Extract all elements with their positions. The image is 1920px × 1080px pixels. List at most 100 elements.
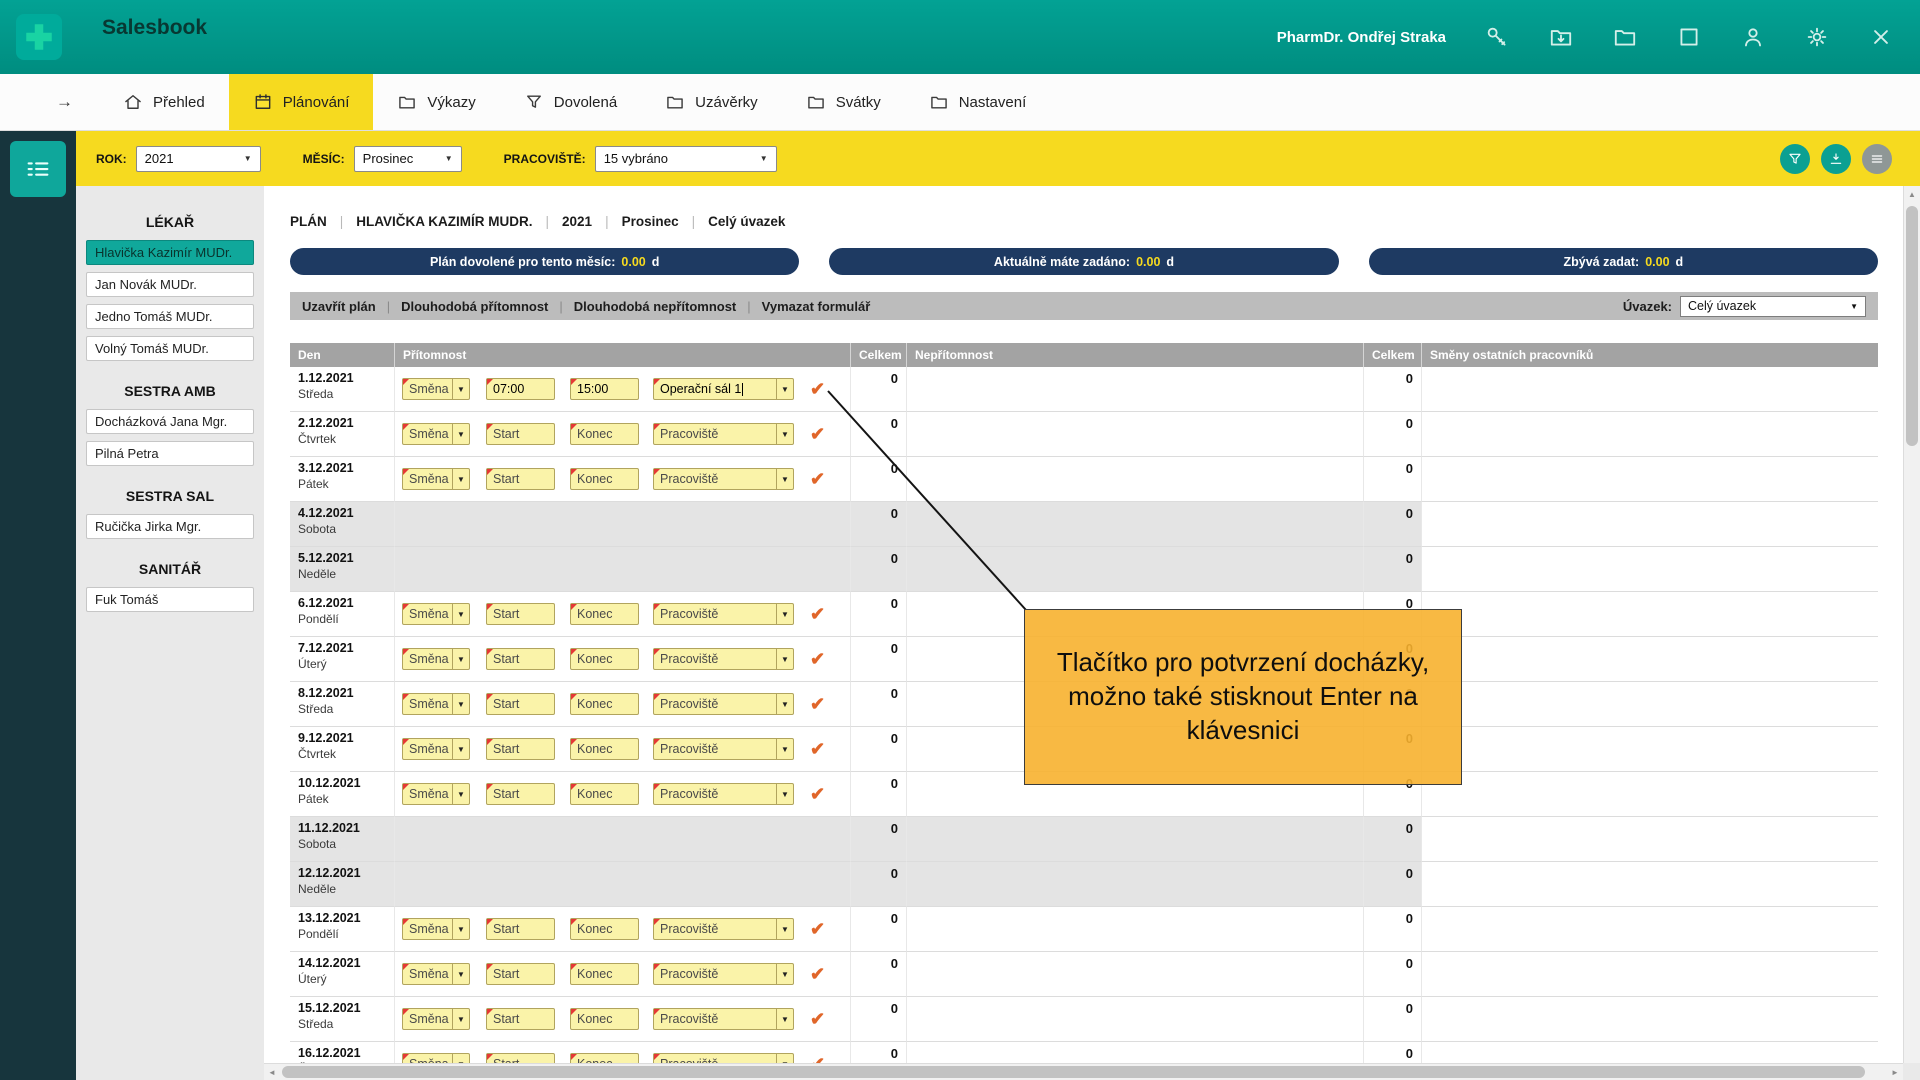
funnel-button[interactable] bbox=[1780, 144, 1810, 174]
shift-select[interactable]: Směna▼ bbox=[402, 963, 470, 985]
shift-select[interactable]: Směna▼ bbox=[402, 1008, 470, 1030]
shift-select[interactable]: Směna▼ bbox=[402, 918, 470, 940]
tab-prehled[interactable]: Přehled bbox=[99, 74, 229, 130]
confirm-attendance-button[interactable]: ✔ bbox=[810, 695, 825, 713]
tab-dovolena[interactable]: Dovolená bbox=[500, 74, 641, 130]
end-input[interactable]: Konec bbox=[570, 783, 639, 805]
close-button[interactable] bbox=[1868, 24, 1894, 50]
workplace-select[interactable]: Pracoviště▼ bbox=[653, 468, 794, 490]
workplace-select[interactable]: Pracoviště▼ bbox=[653, 738, 794, 760]
tab-uzaverky[interactable]: Uzávěrky bbox=[641, 74, 782, 130]
shift-select[interactable]: Směna▼ bbox=[402, 423, 470, 445]
end-input[interactable]: Konec bbox=[570, 738, 639, 760]
key-button[interactable] bbox=[1484, 24, 1510, 50]
user-button[interactable] bbox=[1740, 24, 1766, 50]
filter-select-mesic[interactable]: Prosinec▼ bbox=[354, 146, 462, 172]
tab-svatky[interactable]: Svátky bbox=[782, 74, 905, 130]
toolbar-action-vymazat-formular[interactable]: Vymazat formulář bbox=[762, 299, 871, 314]
end-input[interactable]: Konec bbox=[570, 648, 639, 670]
workplace-select[interactable]: Pracoviště▼ bbox=[653, 963, 794, 985]
end-input[interactable]: Konec bbox=[570, 423, 639, 445]
workplace-select[interactable]: Pracoviště▼ bbox=[653, 648, 794, 670]
confirm-attendance-button[interactable]: ✔ bbox=[810, 785, 825, 803]
filter-select-rok[interactable]: 2021▼ bbox=[136, 146, 261, 172]
toolbar-action-dlouhodoba-pritomnost[interactable]: Dlouhodobá přítomnost bbox=[401, 299, 548, 314]
confirm-attendance-button[interactable]: ✔ bbox=[810, 740, 825, 758]
end-input[interactable]: 15:00 bbox=[570, 378, 639, 400]
horizontal-scrollbar[interactable]: ◄ ► bbox=[264, 1063, 1903, 1080]
tab-vykazy[interactable]: Výkazy bbox=[373, 74, 499, 130]
scroll-left-arrow[interactable]: ◄ bbox=[264, 1068, 280, 1077]
start-input[interactable]: Start bbox=[486, 423, 555, 445]
folder-export-button[interactable] bbox=[1548, 24, 1574, 50]
start-input[interactable]: Start bbox=[486, 1008, 555, 1030]
download-button[interactable] bbox=[1821, 144, 1851, 174]
end-input[interactable]: Konec bbox=[570, 918, 639, 940]
end-input[interactable]: Konec bbox=[570, 1008, 639, 1030]
sidebar-item-dochazkova-jana-mgr[interactable]: Docházková Jana Mgr. bbox=[86, 409, 254, 434]
start-input[interactable]: Start bbox=[486, 738, 555, 760]
tab-planovani[interactable]: Plánování bbox=[229, 74, 374, 130]
sidebar-item-jan-novak-mudr[interactable]: Jan Novák MUDr. bbox=[86, 272, 254, 297]
start-input[interactable]: Start bbox=[486, 648, 555, 670]
start-input[interactable]: Start bbox=[486, 918, 555, 940]
confirm-attendance-button[interactable]: ✔ bbox=[810, 605, 825, 623]
toolbar-action-uzavrit-plan[interactable]: Uzavřít plán bbox=[302, 299, 376, 314]
confirm-attendance-button[interactable]: ✔ bbox=[810, 470, 825, 488]
filter-select-pracoviste[interactable]: 15 vybráno▼ bbox=[595, 146, 777, 172]
sidebar-group-sestra-sal: SESTRA SAL bbox=[76, 488, 264, 504]
start-input[interactable]: Start bbox=[486, 693, 555, 715]
start-input[interactable]: Start bbox=[486, 783, 555, 805]
vertical-scroll-thumb[interactable] bbox=[1906, 206, 1918, 446]
workplace-select[interactable]: Operační sál 1▼ bbox=[653, 378, 794, 400]
sidebar-item-rucicka-jirka-mgr[interactable]: Ručička Jirka Mgr. bbox=[86, 514, 254, 539]
sidebar-item-fuk-tomas[interactable]: Fuk Tomáš bbox=[86, 587, 254, 612]
folder-button[interactable] bbox=[1612, 24, 1638, 50]
shift-select[interactable]: Směna▼ bbox=[402, 603, 470, 625]
shift-select[interactable]: Směna▼ bbox=[402, 648, 470, 670]
shift-select[interactable]: Směna▼ bbox=[402, 468, 470, 490]
workplace-select[interactable]: Pracoviště▼ bbox=[653, 1008, 794, 1030]
menu-toggle-button[interactable] bbox=[10, 141, 66, 197]
toolbar-action-dlouhodoba-nepritomnost[interactable]: Dlouhodobá nepřítomnost bbox=[574, 299, 736, 314]
confirm-attendance-button[interactable]: ✔ bbox=[810, 380, 825, 398]
start-input[interactable]: 07:00 bbox=[486, 378, 555, 400]
workplace-select[interactable]: Pracoviště▼ bbox=[653, 423, 794, 445]
scroll-up-arrow[interactable]: ▲ bbox=[1904, 186, 1920, 202]
presence-cell bbox=[395, 862, 851, 907]
end-input[interactable]: Konec bbox=[570, 468, 639, 490]
confirm-attendance-button[interactable]: ✔ bbox=[810, 1010, 825, 1028]
confirm-attendance-button[interactable]: ✔ bbox=[810, 425, 825, 443]
end-input[interactable]: Konec bbox=[570, 693, 639, 715]
menu-button[interactable] bbox=[1862, 144, 1892, 174]
gear-button[interactable] bbox=[1804, 24, 1830, 50]
workplace-select[interactable]: Pracoviště▼ bbox=[653, 783, 794, 805]
shift-select[interactable]: Směna▼ bbox=[402, 738, 470, 760]
start-input[interactable]: Start bbox=[486, 963, 555, 985]
shift-select[interactable]: Směna▼ bbox=[402, 693, 470, 715]
workplace-select[interactable]: Pracoviště▼ bbox=[653, 603, 794, 625]
scroll-right-arrow[interactable]: ► bbox=[1887, 1068, 1903, 1077]
shift-select[interactable]: Směna▼ bbox=[402, 378, 470, 400]
start-input[interactable]: Start bbox=[486, 603, 555, 625]
confirm-attendance-button[interactable]: ✔ bbox=[810, 650, 825, 668]
required-marker bbox=[654, 919, 660, 925]
end-input[interactable]: Konec bbox=[570, 603, 639, 625]
sidebar-item-volny-tomas-mudr[interactable]: Volný Tomáš MUDr. bbox=[86, 336, 254, 361]
shift-select[interactable]: Směna▼ bbox=[402, 783, 470, 805]
sidebar-item-pilna-petra[interactable]: Pilná Petra bbox=[86, 441, 254, 466]
workplace-select[interactable]: Pracoviště▼ bbox=[653, 693, 794, 715]
sidebar-item-hlavicka-kazimir-mudr[interactable]: Hlavička Kazimír MUDr. bbox=[86, 240, 254, 265]
vertical-scrollbar[interactable]: ▲ ▼ bbox=[1903, 186, 1920, 1080]
collapse-arrow-button[interactable]: → bbox=[56, 92, 73, 112]
workplace-select[interactable]: Pracoviště▼ bbox=[653, 918, 794, 940]
horizontal-scroll-thumb[interactable] bbox=[282, 1066, 1865, 1078]
tab-nastaveni[interactable]: Nastavení bbox=[905, 74, 1051, 130]
window-button[interactable] bbox=[1676, 24, 1702, 50]
confirm-attendance-button[interactable]: ✔ bbox=[810, 920, 825, 938]
sidebar-item-jedno-tomas-mudr[interactable]: Jedno Tomáš MUDr. bbox=[86, 304, 254, 329]
start-input[interactable]: Start bbox=[486, 468, 555, 490]
uvazek-select[interactable]: Celý úvazek ▼ bbox=[1680, 296, 1866, 317]
confirm-attendance-button[interactable]: ✔ bbox=[810, 965, 825, 983]
end-input[interactable]: Konec bbox=[570, 963, 639, 985]
